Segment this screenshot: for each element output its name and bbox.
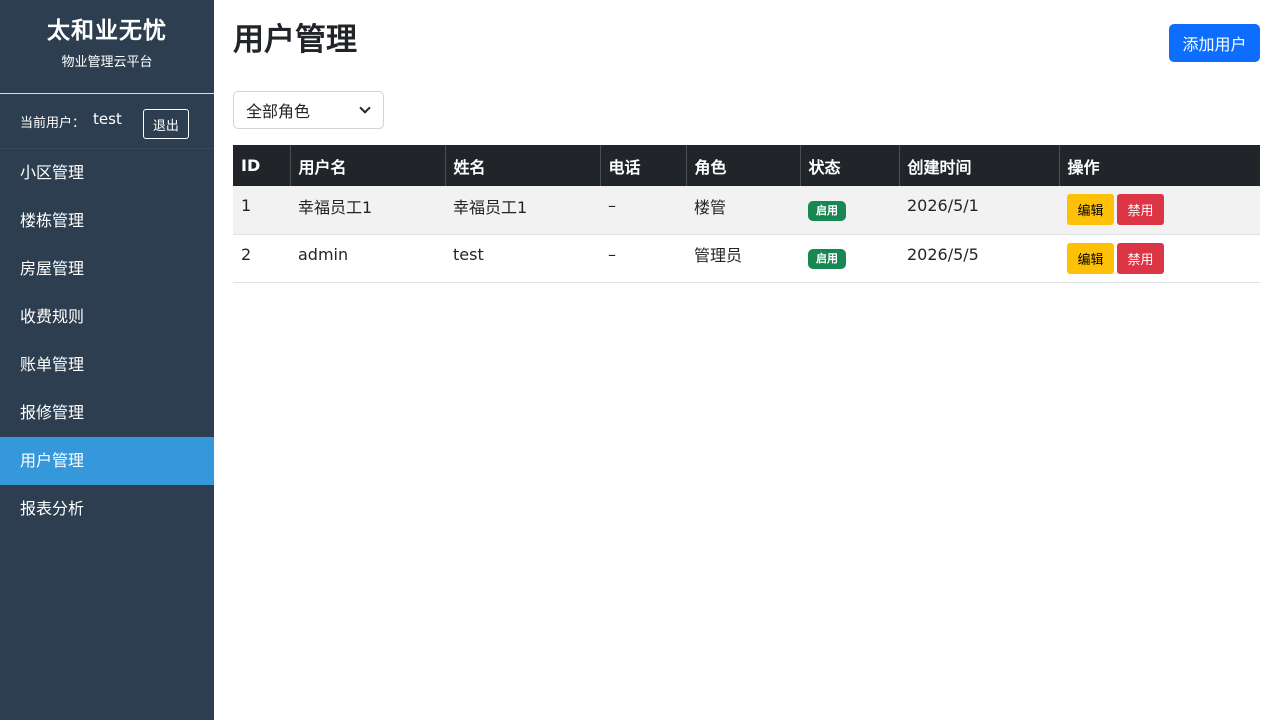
cell-id: 1 <box>233 186 290 234</box>
disable-button[interactable]: 禁用 <box>1117 242 1164 274</box>
column-header-name: 姓名 <box>445 145 601 186</box>
cell-id-text: 1 <box>241 196 252 216</box>
cell-username: admin <box>290 234 445 282</box>
cell-role-text: 管理员 <box>694 246 743 265</box>
column-header-status: 状态 <box>800 145 900 186</box>
logout-button[interactable]: 退出 <box>142 109 189 139</box>
status-badge: 启用 <box>808 200 846 221</box>
column-header-actions: 操作 <box>1067 157 1100 177</box>
cell-name: 幸福员工1 <box>445 186 600 234</box>
brand-title: 太和业无忧 <box>47 18 167 44</box>
column-header-role: 角色 <box>686 145 801 186</box>
chevron-down-icon <box>359 102 371 114</box>
cell-role-text: 楼管 <box>694 197 727 217</box>
table-row: 2 admin test – 管理员 启用 2026/5/5 编辑 禁用 <box>233 234 1260 282</box>
cell-id: 2 <box>233 234 290 282</box>
add-user-button[interactable]: 添加用户 <box>1169 24 1260 62</box>
brand-subtitle: 物业管理云平台 <box>61 55 153 70</box>
edit-button[interactable]: 编辑 <box>1067 242 1114 274</box>
brand: 太和业无忧 物业管理云平台 <box>0 0 214 94</box>
sidebar-item-community[interactable]: 小区管理 <box>0 149 214 197</box>
column-header-created: 创建时间 <box>899 145 1060 186</box>
cell-role: 管理员 <box>686 234 800 282</box>
page-title: 用户管理 <box>233 22 357 58</box>
sidebar-nav: 小区管理 楼栋管理 房屋管理 收费规则 账单管理 报修管理 用户管理 报表分析 <box>0 149 214 533</box>
sidebar-item-building[interactable]: 楼栋管理 <box>0 197 214 245</box>
main-content: 用户管理 添加用户 全部角色 ID 用户名 姓名 电话 角色 状态 创建时间 操作 1 幸福员工… <box>214 0 1280 720</box>
status-badge: 启用 <box>808 249 846 269</box>
cell-created: 2026/5/1 <box>899 186 1059 234</box>
sidebar-item-users[interactable]: 用户管理 <box>0 437 214 485</box>
cell-role: 楼管 <box>686 186 800 234</box>
sidebar-item-repair[interactable]: 报修管理 <box>0 389 214 437</box>
cell-username-text: admin <box>298 244 349 264</box>
disable-button[interactable]: 禁用 <box>1117 194 1164 226</box>
sidebar-item-bills[interactable]: 账单管理 <box>0 341 214 389</box>
table-row: 1 幸福员工1 幸福员工1 – 楼管 启用 2026/5/1 编辑 禁用 <box>233 186 1260 234</box>
table-header-row: ID 用户名 姓名 电话 角色 状态 创建时间 操作 <box>233 145 1260 186</box>
cell-created-text: 2026/5/1 <box>907 196 979 216</box>
sidebar-item-house[interactable]: 房屋管理 <box>0 245 214 293</box>
cell-actions: 编辑 禁用 <box>1059 186 1260 234</box>
cell-phone-text: – <box>608 244 616 264</box>
cell-actions: 编辑 禁用 <box>1059 234 1260 282</box>
column-header-id: ID <box>233 145 291 186</box>
users-table: ID 用户名 姓名 电话 角色 状态 创建时间 操作 1 幸福员工1 幸福员工1– 楼管 启用 2026… <box>233 145 1260 283</box>
role-filter-select[interactable]: 全部角色 <box>233 91 384 129</box>
edit-button[interactable]: 编辑 <box>1067 194 1114 226</box>
cell-phone-text: – <box>608 196 616 216</box>
role-filter-value: 全部角色 <box>246 102 311 121</box>
cell-status: 启用 <box>800 234 899 282</box>
current-user-label: 当前用户： <box>20 115 86 131</box>
cell-name-text: test <box>453 244 484 264</box>
sidebar-item-reports[interactable]: 报表分析 <box>0 485 214 533</box>
column-header-username: 用户名 <box>290 145 446 186</box>
current-user-name: test <box>93 110 122 128</box>
column-header-phone: 电话 <box>600 145 687 186</box>
cell-phone: – <box>600 186 686 234</box>
cell-created-text: 2026/5/5 <box>907 244 979 264</box>
cell-id-text: 2 <box>241 244 252 264</box>
app-root: 太和业无忧 物业管理云平台 当前用户： test 退出 小区管理 楼栋管理 房屋管理… <box>0 0 1280 720</box>
current-user-bar: 当前用户： test 退出 <box>0 94 214 149</box>
cell-phone: – <box>600 234 686 282</box>
cell-username: 幸福员工1 <box>290 186 445 234</box>
cell-created: 2026/5/5 <box>899 234 1059 282</box>
cell-name-text: 幸福员工1 <box>453 197 528 217</box>
sidebar-item-fee-rules[interactable]: 收费规则 <box>0 293 214 341</box>
cell-status: 启用 <box>800 186 899 234</box>
cell-username-text: 幸福员工1 <box>298 197 373 217</box>
table-body: 1 幸福员工1 幸福员工1– 楼管 启用 2026/5/1 编辑 禁用 2 admin test – 管… <box>233 186 1260 282</box>
sidebar: 太和业无忧 物业管理云平台 当前用户： test 退出 小区管理 楼栋管理 房屋管理… <box>0 0 214 720</box>
cell-name: test <box>445 234 600 282</box>
